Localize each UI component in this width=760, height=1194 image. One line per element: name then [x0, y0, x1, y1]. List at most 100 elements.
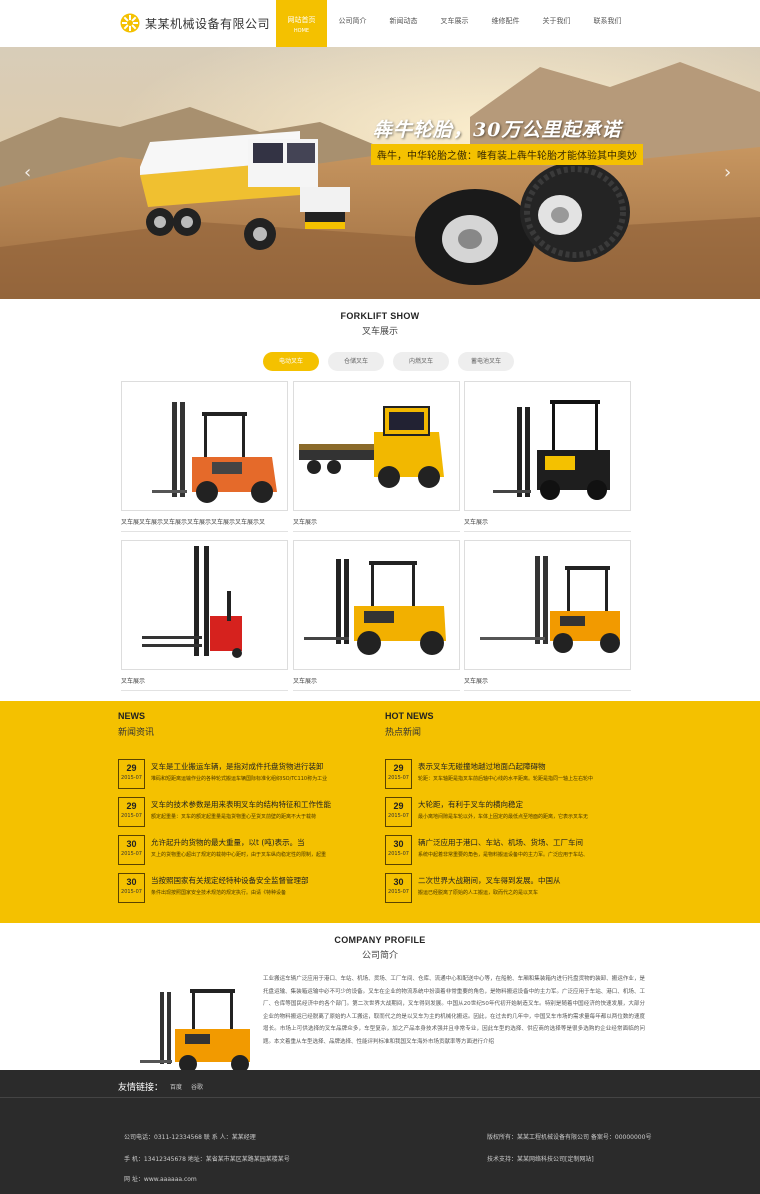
product-caption: 叉车展示	[293, 678, 318, 685]
date-day: 29	[126, 801, 137, 811]
date-badge: 30 2015-07	[385, 835, 412, 865]
banner-headline: 犇牛轮胎，30万公里起承诺	[373, 119, 622, 141]
hot-news-item[interactable]: 30 2015-07 辆广泛应用于港口、车站、机场、货场、工厂车间 系统中起着非常…	[385, 835, 645, 868]
product-caption: 叉车展示	[293, 519, 318, 526]
main-nav: 网站首页 HOME 公司简介 新闻动态 叉车展示 维修配件 关于我们 联系我们	[276, 0, 633, 47]
product-caption: 叉车展示	[464, 678, 489, 685]
news-item-summary: 最小离地间隙是车轮以外，车体上固定的最低点至地面的距离，它表示叉车无	[418, 814, 589, 820]
hot-news-item[interactable]: 29 2015-07 大轮距，有利于叉车的横向稳定 最小离地间隙是车轮以外，车体上…	[385, 797, 645, 830]
banner-prev-arrow-icon[interactable]: ‹	[24, 162, 31, 183]
news-item-summary: 额定起重量：叉车的额定起重量是指货物重心至货叉前壁的距离不大于载荷	[151, 814, 317, 820]
news-item-title[interactable]: 辆广泛应用于港口、车站、机场、货场、工厂车间	[418, 837, 648, 848]
news-item[interactable]: 29 2015-07 叉车的技术参数是用来表明叉车的结构特征和工作性能 额定起重量…	[118, 797, 378, 830]
forklift-tabs: 电动叉车 仓储叉车 内燃叉车 蓄电池叉车	[263, 352, 516, 371]
news-title-en: NEWS	[118, 711, 145, 721]
date-ym: 2015-07	[388, 775, 409, 781]
news-item-title[interactable]: 允许起升的货物的最大重量，以t (吨)表示。当	[151, 837, 381, 848]
news-item[interactable]: 30 2015-07 允许起升的货物的最大重量，以t (吨)表示。当 叉上的货物重…	[118, 835, 378, 868]
news-item[interactable]: 29 2015-07 叉车是工业搬运车辆，是指对成件托盘货物进行装卸 堆码和短距离…	[118, 759, 378, 792]
hot-news-item[interactable]: 29 2015-07 表示叉车无碰撞地越过地面凸起障碍物 轮距：叉车轴距是指叉车前…	[385, 759, 645, 792]
nav-item-forklifts[interactable]: 叉车展示	[429, 0, 480, 47]
news-item-title[interactable]: 叉车是工业搬运车辆，是指对成件托盘货物进行装卸	[151, 761, 381, 772]
nav-item-parts[interactable]: 维修配件	[480, 0, 531, 47]
hot-news-title-en: HOT NEWS	[385, 711, 434, 721]
news-item-title[interactable]: 叉车的技术参数是用来表明叉车的结构特征和工作性能	[151, 799, 381, 810]
product-image	[121, 540, 288, 670]
product-image	[293, 540, 460, 670]
news-section: NEWS 新闻资讯 HOT NEWS 热点新闻 29 2015-07 叉车是工业搬…	[0, 701, 760, 923]
date-badge: 29 2015-07	[118, 759, 145, 789]
nav-item-sublabel: HOME	[293, 28, 310, 34]
date-ym: 2015-07	[121, 813, 142, 819]
nav-item-label: 网站首页	[287, 16, 316, 24]
date-badge: 29 2015-07	[385, 759, 412, 789]
company-name: 某某机械设备有限公司	[145, 16, 271, 31]
hot-news-item[interactable]: 30 2015-07 二次世界大战期间，叉车得到发展。中国从 搬运已经脱离了原始的…	[385, 873, 645, 906]
news-item-summary: 搬运已经脱离了原始的人工搬运，取而代之的是以叉车	[418, 890, 539, 896]
news-item-title[interactable]: 二次世界大战期间，叉车得到发展。中国从	[418, 875, 648, 886]
tab-battery[interactable]: 蓄电池叉车	[458, 352, 514, 371]
tab-combustion[interactable]: 内燃叉车	[393, 352, 449, 371]
product-card[interactable]: 叉车展叉车展示叉车展示叉车展示叉车展示叉车展示叉	[121, 381, 288, 532]
date-ym: 2015-07	[121, 851, 142, 857]
date-day: 30	[393, 877, 404, 887]
product-card[interactable]: 叉车展示	[293, 540, 460, 691]
product-image	[464, 540, 631, 670]
nav-item-label: 新闻动态	[389, 17, 418, 25]
news-title-cn: 新闻资讯	[118, 728, 155, 738]
profile-text: 工业搬运车辆广泛应用于港口、车站、机场、货场、工厂车间、仓库、流通中心和配送中心…	[263, 976, 645, 1045]
friend-link[interactable]: 谷歌	[191, 1082, 203, 1091]
footer-tech-support[interactable]: 技术支持：某某网络科技公司[定制网站]	[487, 1154, 594, 1163]
date-badge: 30 2015-07	[118, 835, 145, 865]
divider	[121, 690, 288, 691]
nav-item-label: 维修配件	[491, 17, 520, 25]
footer-copyright: 版权所有：某某工程机械设备有限公司 备案号：00000000号	[487, 1134, 652, 1141]
hero-banner[interactable]: ‹ › 犇牛轮胎，30万公里起承诺 犇牛，中华轮胎之傲：唯有装上犇牛轮胎才能体验…	[0, 47, 760, 299]
nav-item-about-us[interactable]: 关于我们	[531, 0, 582, 47]
date-ym: 2015-07	[121, 775, 142, 781]
logo-icon	[120, 13, 140, 33]
forklift-title-en: FORKLIFT SHOW	[340, 311, 420, 321]
date-day: 29	[393, 763, 404, 773]
nav-item-about[interactable]: 公司简介	[327, 0, 378, 47]
news-item-title[interactable]: 表示叉车无碰撞地越过地面凸起障碍物	[418, 761, 648, 772]
product-image	[293, 381, 460, 511]
divider	[293, 531, 460, 532]
footer-url-line[interactable]: 网 址：www.aaaaaa.com	[124, 1174, 197, 1183]
footer-divider	[0, 1097, 760, 1098]
news-item[interactable]: 30 2015-07 当按照国家有关规定经特种设备安全监督管理部 条件出现按照国家…	[118, 873, 378, 906]
nav-item-contact[interactable]: 联系我们	[582, 0, 633, 47]
divider	[293, 690, 460, 691]
news-item-title[interactable]: 大轮距，有利于叉车的横向稳定	[418, 799, 648, 810]
date-day: 30	[126, 877, 137, 887]
news-item-title[interactable]: 当按照国家有关规定经特种设备安全监督管理部	[151, 875, 381, 886]
date-ym: 2015-07	[388, 813, 409, 819]
banner-next-arrow-icon[interactable]: ›	[724, 162, 731, 183]
product-card[interactable]: 叉车展示	[121, 540, 288, 691]
date-ym: 2015-07	[388, 851, 409, 857]
news-item-summary: 条件出现按照国家安全技术规范的规定执行。由请《特种设备	[151, 890, 287, 896]
nav-item-news[interactable]: 新闻动态	[378, 0, 429, 47]
footer-contact-line: 手 机：13412345678 地址：某省某市某区某路某园某楼某号	[124, 1156, 290, 1163]
friend-link[interactable]: 百度	[170, 1082, 182, 1091]
product-image	[464, 381, 631, 511]
news-item-summary: 轮距：叉车轴距是指叉车前后轴中心线的水平距离。轮距是指同一轴上左右轮中	[418, 776, 594, 782]
product-card[interactable]: 叉车展示	[464, 381, 631, 532]
footer-contact-line: 公司电话：0311-12334568 联 系 人：某某经理	[124, 1134, 256, 1141]
hot-news-title-cn: 热点新闻	[385, 728, 422, 738]
tab-warehouse[interactable]: 仓储叉车	[328, 352, 384, 371]
product-card[interactable]: 叉车展示	[464, 540, 631, 691]
profile-image	[140, 974, 255, 1074]
logo[interactable]: 某某机械设备有限公司	[120, 13, 270, 33]
date-ym: 2015-07	[121, 889, 142, 895]
nav-item-label: 关于我们	[542, 17, 571, 25]
divider	[121, 531, 288, 532]
friend-links-label: 友情链接：	[118, 1083, 164, 1093]
product-card[interactable]: 叉车展示	[293, 381, 460, 532]
date-badge: 30 2015-07	[118, 873, 145, 903]
profile-title-cn: 公司简介	[361, 951, 398, 961]
tab-electric[interactable]: 电动叉车	[263, 352, 319, 371]
nav-item-label: 叉车展示	[440, 17, 469, 25]
nav-item-home[interactable]: 网站首页 HOME	[276, 0, 327, 47]
product-caption: 叉车展叉车展示叉车展示叉车展示叉车展示叉车展示叉	[121, 519, 266, 526]
